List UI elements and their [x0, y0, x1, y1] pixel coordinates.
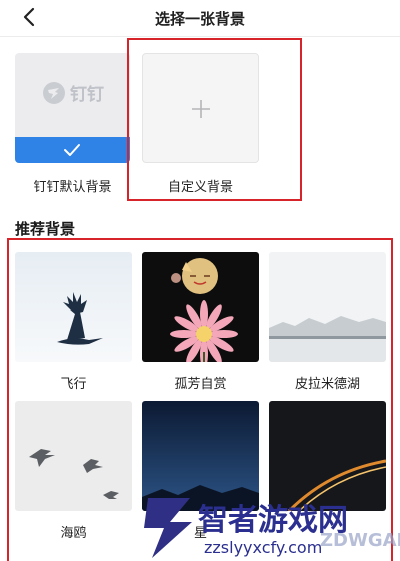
- watermark-overlay-text: ZDWGAME: [320, 530, 400, 551]
- lake-image: [269, 252, 386, 362]
- top-bar: 选择一张背景: [0, 0, 400, 36]
- selected-indicator: [15, 137, 130, 163]
- logo-text: 钉钉: [70, 85, 104, 105]
- bird-flight-image: [15, 252, 132, 362]
- dingtalk-logo: 钉钉: [42, 80, 104, 105]
- watermark-url: zzslyyxcfy.com: [204, 538, 322, 557]
- thumbnail-lake[interactable]: [269, 252, 386, 362]
- watermark: 智者游戏网 ZDWGAME zzslyyxcfy.com: [140, 490, 400, 561]
- custom-background-label: 自定义背景: [167, 180, 233, 195]
- thumbnail-flower[interactable]: [142, 252, 259, 362]
- watermark-graphic: 智者游戏网 ZDWGAME zzslyyxcfy.com: [144, 498, 400, 558]
- page-title: 选择一张背景: [154, 10, 245, 28]
- custom-background-card[interactable]: [142, 53, 259, 163]
- flower-image: [142, 252, 259, 362]
- dingtalk-icon: [43, 81, 65, 104]
- checkmark-icon: [64, 144, 80, 156]
- thumbnail-seagull[interactable]: [15, 401, 132, 511]
- plus-icon: [192, 100, 210, 118]
- thumbnail-label: 孤芳自赏: [174, 377, 227, 392]
- thumbnail-label: 皮拉米德湖: [294, 377, 360, 392]
- thumbnail-flight[interactable]: [15, 252, 132, 362]
- thumbnail-label: 飞行: [60, 377, 87, 392]
- default-background-card[interactable]: 钉钉: [15, 53, 130, 163]
- divider: [0, 36, 400, 37]
- thumbnail-label: 海鸥: [60, 526, 87, 541]
- section-title: 推荐背景: [15, 220, 76, 238]
- default-background-label: 钉钉默认背景: [33, 180, 112, 195]
- seagull-image: [15, 401, 132, 511]
